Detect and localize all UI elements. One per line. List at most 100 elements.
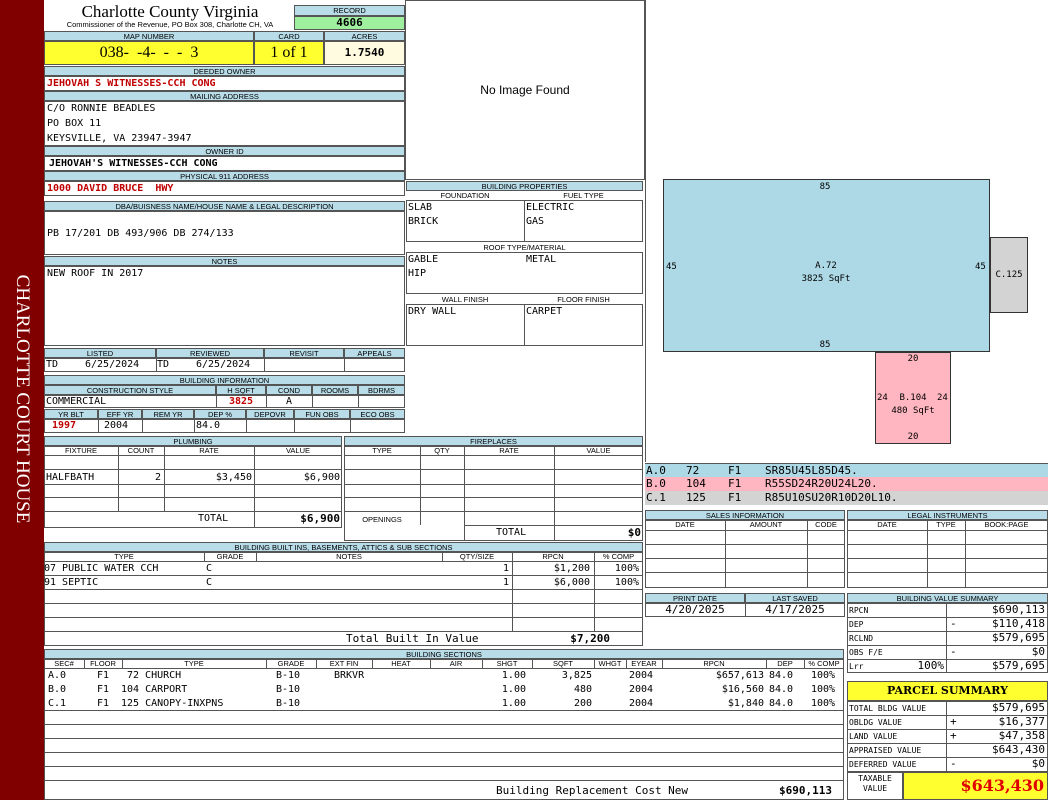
foundation-label: FOUNDATION <box>440 191 490 200</box>
dep-pct-label: DEP % <box>194 409 246 419</box>
sec-col-extfin: EXT FIN <box>329 659 359 668</box>
plumbing-count: 2 <box>154 472 161 483</box>
card-number: 1 of 1 <box>254 41 324 65</box>
plumbing-col-count: COUNT <box>127 446 155 455</box>
legend-desc: SR85U45L85D45. <box>765 464 858 477</box>
plumbing-rate: $3,450 <box>215 472 252 483</box>
taxable-label-2: VALUE <box>862 784 888 793</box>
map-number-label: MAP NUMBER <box>44 31 254 41</box>
legend-sec: C.1 <box>646 491 666 504</box>
builtin-1-grade: C <box>206 563 213 574</box>
section-c-sec: C.1 <box>48 698 67 709</box>
section-c-type: 125 CANOPY-INXPNS <box>121 698 224 709</box>
sales-info-label: SALES INFORMATION <box>645 510 845 520</box>
fireplaces-label: FIREPLACES <box>344 436 643 446</box>
rooms-label: ROOMS <box>312 385 358 395</box>
sketch-legend-b: B.0 104 F1 R55SD24R20U24L20. <box>645 477 1048 491</box>
sales-col-code: CODE <box>815 520 837 529</box>
funobs-label: FUN OBS <box>294 409 350 419</box>
listed-label: LISTED <box>44 348 156 358</box>
sketch-legend-c: C.1 125 F1 R85U10SU20R10D20L10. <box>645 491 1048 505</box>
notes-label: NOTES <box>44 256 405 266</box>
legend-code: 104 <box>686 477 706 490</box>
fireplace-col-type: TYPE <box>372 446 392 455</box>
section-b-rpcn: $16,560 <box>721 684 764 695</box>
section-a-rpcn: $657,613 <box>715 670 764 681</box>
builtin-1-qty: 1 <box>502 563 509 574</box>
legal-instruments-label: LEGAL INSTRUMENTS <box>847 510 1048 520</box>
county-title: Charlotte County Virginia <box>81 2 259 21</box>
builtin-2-rpcn: $6,000 <box>553 577 590 588</box>
sketch-b-top: 20 <box>907 354 919 364</box>
ps-land: $47,358 <box>998 729 1045 742</box>
effective-year: 2004 <box>104 420 129 431</box>
card-label: CARD <box>254 31 324 41</box>
legend-floor: F1 <box>728 491 742 504</box>
section-b-eyear: 2004 <box>629 684 654 695</box>
builtin-2-comp: 100% <box>614 577 639 588</box>
legal-description: PB 17/201 DB 493/906 DB 274/133 <box>47 228 234 239</box>
legend-floor: F1 <box>728 464 742 477</box>
vs-dep: $110,418 <box>992 617 1045 630</box>
mailing-line-3: KEYSVILLE, VA 23947-3947 <box>47 133 192 144</box>
cond-label: COND <box>266 385 312 395</box>
builtin-2-qty: 1 <box>502 577 509 588</box>
sec-col-floor: FLOOR <box>90 659 116 668</box>
map-number: 038- -4- - - 3 <box>44 41 254 65</box>
listed-by: TD <box>46 359 59 370</box>
legend-code: 72 <box>686 464 700 477</box>
sales-col-amount: AMOUNT <box>749 520 783 529</box>
sketch-a-left: 45 <box>666 262 677 272</box>
section-b-floor: F1 <box>97 684 110 695</box>
legal-col-date: DATE <box>877 520 897 529</box>
section-a-floor: F1 <box>97 670 110 681</box>
ps-bldg-label: TOTAL BLDG VALUE <box>849 704 927 713</box>
depovr-label: DEPOVR <box>246 409 294 419</box>
roof-type-label: ROOF TYPE/MATERIAL <box>483 243 566 252</box>
foundation-2: BRICK <box>408 216 439 227</box>
sketch-a-label: A.72 <box>815 261 837 271</box>
section-a-sec: A.0 <box>48 670 67 681</box>
section-a-comp: 100% <box>811 670 836 681</box>
sketch-b-label: B.104 <box>899 393 927 403</box>
vs-lrr-pct: 100% <box>917 659 945 672</box>
plumbing-value: $6,900 <box>303 472 340 483</box>
sales-col-date: DATE <box>675 520 695 529</box>
mailing-line-1: C/O RONNIE BEADLES <box>47 103 156 114</box>
building-info-label: BUILDING INFORMATION <box>44 375 405 385</box>
sec-col-heat: HEAT <box>391 659 411 668</box>
taxable-label-1: TAXABLE <box>858 774 892 783</box>
last-saved-label: LAST SAVED <box>745 593 845 603</box>
vs-obs: $0 <box>1031 645 1045 658</box>
owner-id: JEHOVAH'S WITNESSES-CCH CONG <box>49 158 218 169</box>
legend-sec: B.0 <box>646 477 666 490</box>
no-image-text: No Image Found <box>480 83 570 97</box>
vs-rpcn-label: RPCN <box>849 606 869 615</box>
reviewed-by: TD <box>157 359 170 370</box>
vs-obs-label: OBS F/E <box>849 648 883 657</box>
roof-type-2: HIP <box>408 268 427 279</box>
openings-label: OPENINGS <box>362 515 402 524</box>
fuel-type-label: FUEL TYPE <box>563 191 604 200</box>
section-a-ext: BRKVR <box>334 670 365 681</box>
builtin-1-comp: 100% <box>614 563 639 574</box>
plumbing-col-value: VALUE <box>285 446 311 455</box>
ps-appraised-label: APPRAISED VALUE <box>849 746 922 755</box>
legend-desc: R55SD24R20U24L20. <box>765 477 878 490</box>
sketch-b-bottom: 20 <box>907 432 919 442</box>
section-b-sec: B.0 <box>48 684 67 695</box>
bdrms-label: BDRMS <box>358 385 405 395</box>
acres-label: ACRES <box>324 31 405 41</box>
last-saved: 4/17/2025 <box>765 603 825 616</box>
builtin-1-type: 07 PUBLIC WATER CCH <box>44 563 159 574</box>
sec-col-type: TYPE <box>184 659 204 668</box>
vs-rclnd: $579,695 <box>992 631 1045 644</box>
sketch-c-label: C.125 <box>995 270 1023 280</box>
legend-desc: R85U10SU20R10D20L10. <box>765 491 898 504</box>
sec-col-eyear: EYEAR <box>631 659 657 668</box>
value-summary-label: BUILDING VALUE SUMMARY <box>847 593 1048 603</box>
reviewed-label: REVIEWED <box>156 348 264 358</box>
deeded-owner-label: DEEDED OWNER <box>44 66 405 76</box>
section-b-shgt: 1.00 <box>501 684 526 695</box>
builtins-col-comp: % COMP <box>602 552 635 561</box>
